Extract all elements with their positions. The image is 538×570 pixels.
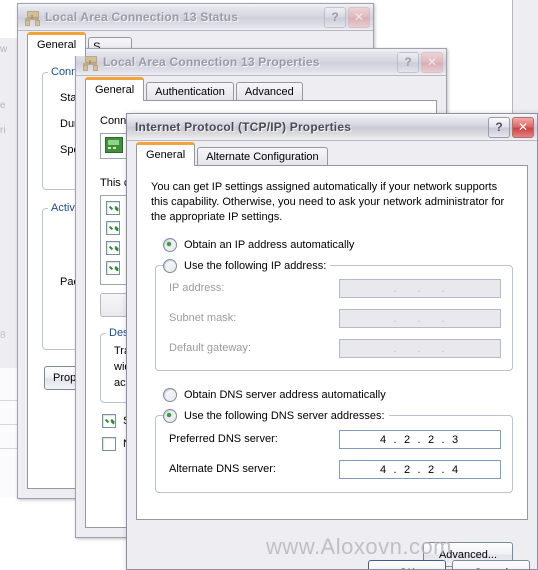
obtain-dns-automatically-label: Obtain DNS server address automatically bbox=[184, 388, 386, 401]
octet: 2 bbox=[403, 433, 413, 446]
tab-alternate-configuration[interactable]: Alternate Configuration bbox=[197, 147, 328, 166]
alternate-dns-input[interactable]: 4. 2. 2. 4 bbox=[339, 460, 501, 479]
components-label: This c bbox=[100, 177, 130, 189]
octet-dot: . bbox=[393, 433, 399, 446]
octet-dot: . bbox=[417, 433, 423, 446]
help-icon[interactable]: ? bbox=[488, 116, 510, 138]
subnet-mask-input[interactable]: ... bbox=[339, 309, 501, 328]
obtain-ip-automatically-radio[interactable] bbox=[163, 238, 177, 252]
tab-general[interactable]: General bbox=[85, 77, 145, 101]
status-title-buttons: ? ✕ bbox=[324, 6, 370, 28]
obtain-dns-automatically-row[interactable]: Obtain DNS server address automatically bbox=[163, 388, 386, 402]
octet: 4 bbox=[379, 463, 389, 476]
tcpip-titlebar[interactable]: Internet Protocol (TCP/IP) Properties ? … bbox=[127, 114, 537, 141]
octet-dot: . bbox=[417, 312, 423, 325]
subnet-mask-label: Subnet mask: bbox=[169, 312, 237, 324]
octet-dot: . bbox=[441, 312, 447, 325]
cancel-button[interactable]: Cancel bbox=[452, 560, 530, 569]
octet: 4 bbox=[451, 463, 461, 476]
tab-authentication[interactable]: Authentication bbox=[146, 82, 234, 101]
octet: 2 bbox=[427, 433, 437, 446]
component-checkbox[interactable] bbox=[106, 221, 120, 235]
properties-title-buttons: ? ✕ bbox=[397, 51, 443, 73]
default-gateway-input[interactable]: ... bbox=[339, 339, 501, 358]
obtain-ip-automatically-label: Obtain an IP address automatically bbox=[184, 238, 355, 251]
alternate-dns-label: Alternate DNS server: bbox=[169, 463, 276, 475]
network-adapter-icon bbox=[105, 137, 123, 153]
status-title: Local Area Connection 13 Status bbox=[45, 10, 239, 24]
properties-tabstrip: General Authentication Advanced bbox=[85, 77, 305, 101]
octet-dot: . bbox=[393, 463, 399, 476]
background-window-left-text-w: w bbox=[0, 44, 8, 55]
status-titlebar[interactable]: Local Area Connection 13 Status ? ✕ bbox=[18, 4, 373, 31]
ip-address-input[interactable]: ... bbox=[339, 279, 501, 298]
octet-dot: . bbox=[393, 312, 399, 325]
component-checkbox[interactable] bbox=[106, 201, 120, 215]
ok-button[interactable]: OK bbox=[368, 560, 446, 569]
network-connection-icon bbox=[24, 10, 40, 26]
help-icon[interactable]: ? bbox=[324, 6, 346, 28]
use-following-ip-row[interactable]: Use the following IP address: bbox=[163, 259, 331, 273]
octet: 3 bbox=[451, 433, 461, 446]
tab-general[interactable]: General bbox=[136, 142, 196, 166]
tcpip-tab-page: You can get IP settings assigned automat… bbox=[136, 165, 528, 567]
octet-dot: . bbox=[441, 282, 447, 295]
tcpip-client-area: General Alternate Configuration You can … bbox=[130, 141, 534, 569]
octet-dot: . bbox=[393, 282, 399, 295]
notify-checkbox[interactable] bbox=[102, 437, 116, 451]
properties-titlebar[interactable]: Local Area Connection 13 Properties ? ✕ bbox=[76, 49, 446, 76]
use-following-dns-radio[interactable] bbox=[163, 409, 177, 423]
tcpip-title-buttons: ? ✕ bbox=[488, 116, 534, 138]
help-icon[interactable]: ? bbox=[397, 51, 419, 73]
tab-advanced[interactable]: Advanced bbox=[235, 82, 303, 101]
preferred-dns-label: Preferred DNS server: bbox=[169, 433, 278, 445]
obtain-ip-automatically-row[interactable]: Obtain an IP address automatically bbox=[163, 238, 354, 252]
tcpip-title: Internet Protocol (TCP/IP) Properties bbox=[135, 120, 352, 134]
octet-dot: . bbox=[417, 463, 423, 476]
tcpip-tabstrip: General Alternate Configuration bbox=[136, 142, 330, 166]
use-following-ip-label: Use the following IP address: bbox=[184, 259, 327, 272]
octet: 2 bbox=[403, 463, 413, 476]
properties-title: Local Area Connection 13 Properties bbox=[103, 55, 320, 69]
close-icon[interactable]: ✕ bbox=[348, 6, 370, 28]
tcpip-description: You can get IP settings assigned automat… bbox=[151, 181, 505, 223]
tab-general[interactable]: General bbox=[27, 32, 87, 56]
show-icon-checkbox[interactable] bbox=[102, 414, 116, 428]
component-checkbox[interactable] bbox=[106, 261, 120, 275]
background-window-left-text-e: e bbox=[0, 100, 6, 111]
default-gateway-label: Default gateway: bbox=[169, 342, 251, 354]
preferred-dns-input[interactable]: 4. 2. 2. 3 bbox=[339, 430, 501, 449]
octet-dot: . bbox=[441, 433, 447, 446]
background-window-left-text-ri: ri bbox=[0, 125, 6, 136]
use-following-dns-row[interactable]: Use the following DNS server addresses: bbox=[163, 409, 389, 423]
octet-dot: . bbox=[441, 463, 447, 476]
octet: 4 bbox=[379, 433, 389, 446]
background-window-left-text-8: 8 bbox=[0, 330, 6, 341]
octet-dot: . bbox=[417, 342, 423, 355]
site-watermark: www.Aloxovn.com bbox=[266, 534, 453, 559]
close-icon[interactable]: ✕ bbox=[421, 51, 443, 73]
obtain-dns-automatically-radio[interactable] bbox=[163, 388, 177, 402]
octet-dot: . bbox=[441, 342, 447, 355]
component-checkbox[interactable] bbox=[106, 241, 120, 255]
close-icon[interactable]: ✕ bbox=[512, 116, 534, 138]
network-connection-icon bbox=[82, 55, 98, 71]
octet: 2 bbox=[427, 463, 437, 476]
octet-dot: . bbox=[393, 342, 399, 355]
octet-dot: . bbox=[417, 282, 423, 295]
ip-address-label: IP address: bbox=[169, 282, 225, 294]
use-following-dns-label: Use the following DNS server addresses: bbox=[184, 409, 385, 422]
use-following-ip-radio[interactable] bbox=[163, 259, 177, 273]
window-internet-protocol-tcpip-properties[interactable]: Internet Protocol (TCP/IP) Properties ? … bbox=[126, 113, 538, 570]
manual-dns-group bbox=[155, 415, 513, 493]
